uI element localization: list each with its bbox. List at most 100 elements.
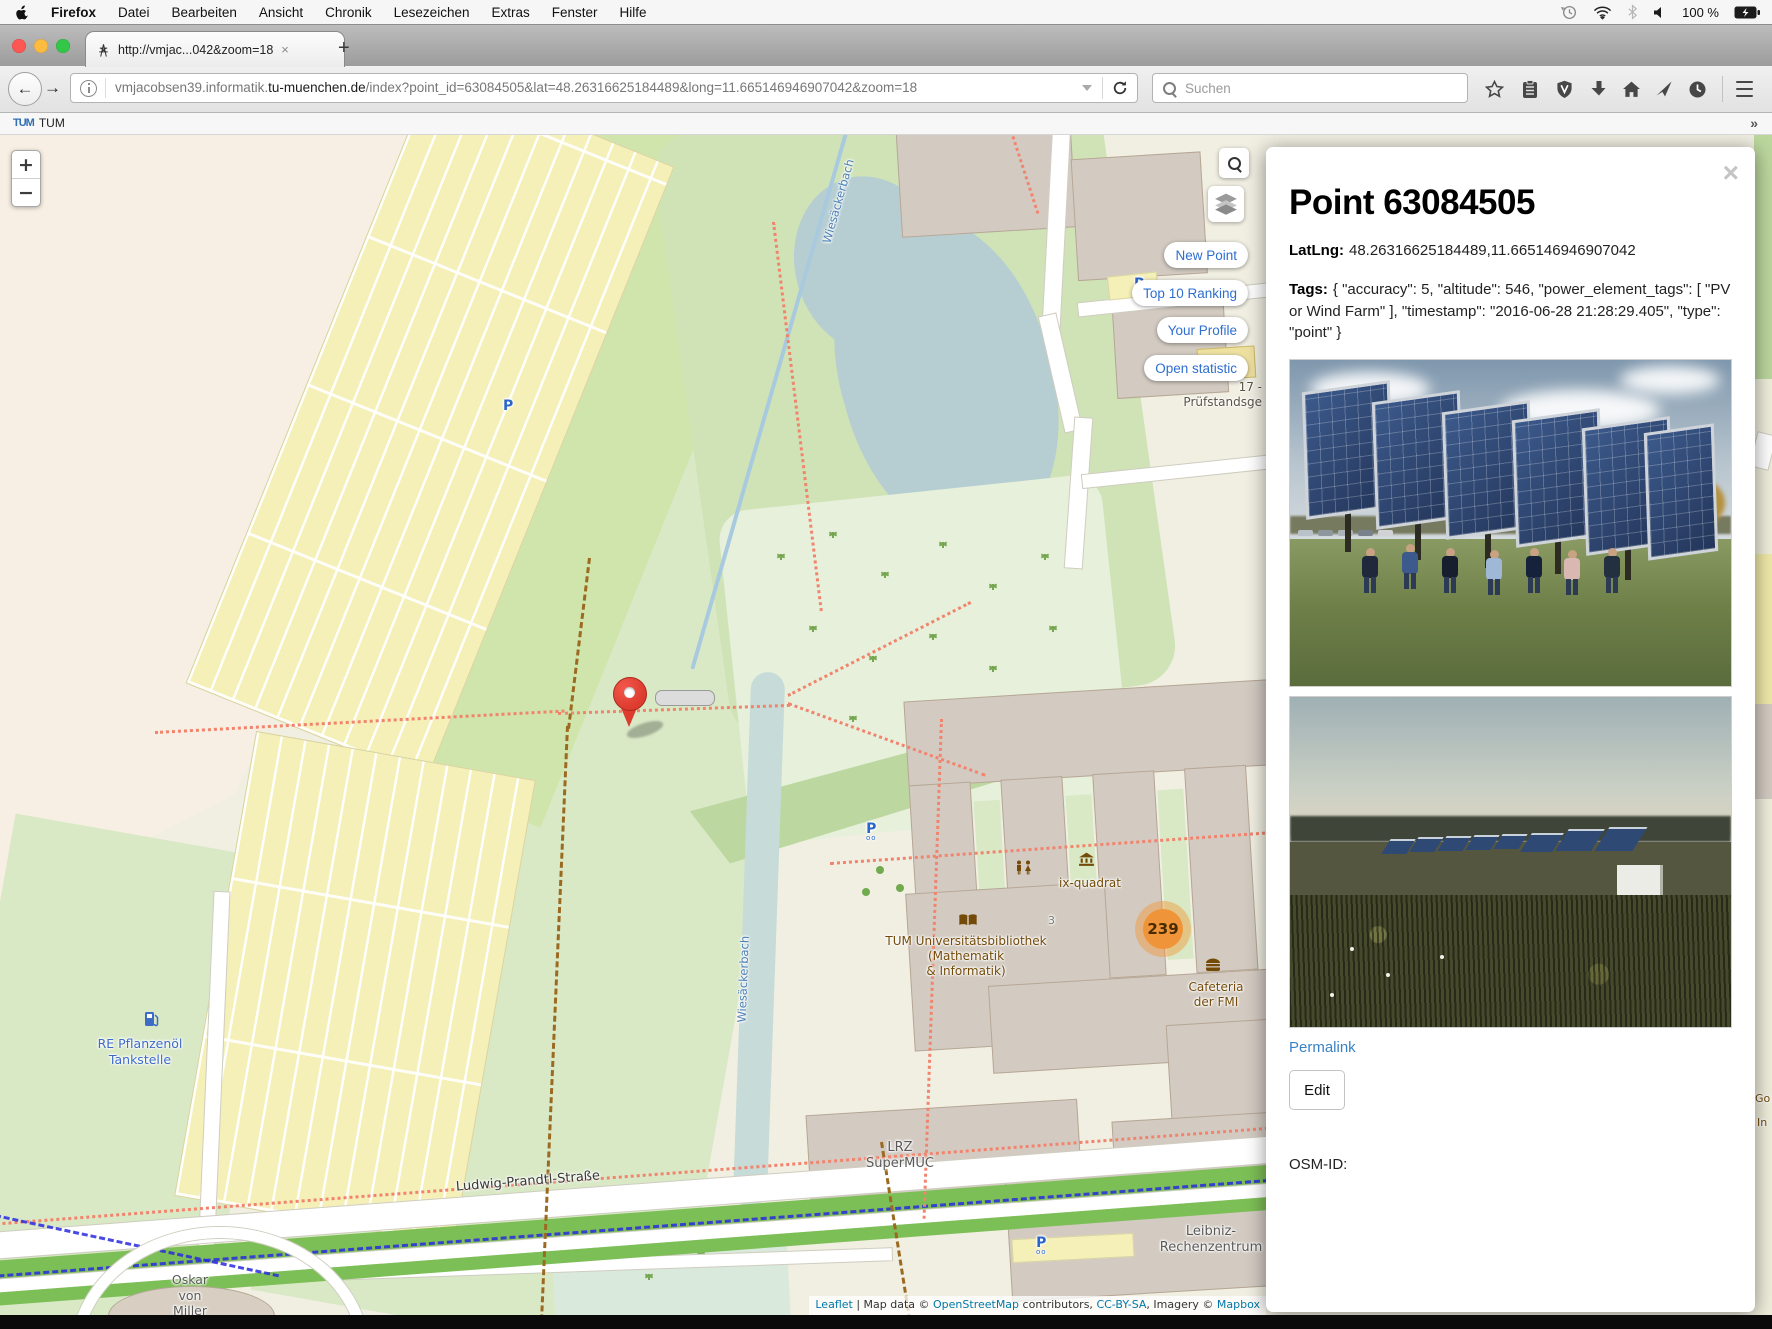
layers-button[interactable] — [1208, 186, 1244, 222]
reading-list-button[interactable] — [1516, 76, 1544, 102]
toilets-icon — [1014, 860, 1034, 879]
edit-button[interactable]: Edit — [1289, 1070, 1345, 1110]
shield-button[interactable] — [1550, 76, 1578, 102]
bookmark-tum[interactable]: TUM TUM — [0, 116, 65, 130]
volume-icon[interactable] — [1653, 6, 1667, 19]
person-figure — [1442, 548, 1458, 594]
window-minimize-button[interactable] — [34, 39, 48, 53]
person-figure — [1526, 548, 1542, 594]
menu-button[interactable] — [1730, 76, 1758, 102]
map-search-button[interactable] — [1219, 148, 1249, 178]
layers-icon — [1215, 193, 1237, 215]
attribution-text: | Map data © — [852, 1298, 934, 1311]
apple-menu[interactable] — [16, 4, 29, 20]
shield-icon — [1556, 80, 1572, 98]
bookmark-star-button[interactable] — [1480, 76, 1508, 102]
panel-close-icon[interactable]: × — [1723, 157, 1739, 189]
reload-button[interactable] — [1103, 80, 1137, 96]
site-info-icon[interactable] — [80, 79, 97, 97]
permalink-link[interactable]: Permalink — [1289, 1039, 1356, 1056]
zoom-in-button[interactable]: + — [12, 151, 40, 179]
license-link[interactable]: CC-BY-SA — [1096, 1298, 1146, 1311]
solar-panel — [1643, 423, 1719, 561]
leaflet-link[interactable]: Leaflet — [815, 1298, 852, 1311]
page-content: P P Poo Poo Wiesäckerbach Wiesäckerbach … — [0, 134, 1772, 1329]
bike-parking-icon: Poo — [1036, 1235, 1047, 1256]
url-dropdown-icon[interactable] — [1082, 85, 1092, 91]
share-button[interactable] — [1650, 76, 1678, 102]
menu-item-datei[interactable]: Datei — [118, 5, 150, 20]
home-button[interactable] — [1617, 76, 1645, 102]
parking-icon: P — [503, 398, 514, 414]
photo-flower — [1350, 947, 1354, 951]
photo-flower — [1440, 955, 1444, 959]
your-profile-button[interactable]: Your Profile — [1156, 317, 1248, 343]
bluetooth-icon[interactable] — [1627, 4, 1638, 20]
tags-line: Tags:{ "accuracy": 5, "altitude": 546, "… — [1289, 279, 1732, 344]
url-text[interactable]: vmjacobsen39.informatik.tu-muenchen.de/i… — [105, 78, 1072, 98]
reload-icon — [1113, 81, 1127, 95]
map-marker-icon[interactable] — [612, 677, 666, 742]
history-sync-button[interactable] — [1683, 76, 1711, 102]
toolbar-separator — [1722, 76, 1723, 102]
menu-item-firefox[interactable]: Firefox — [51, 5, 96, 20]
photo-field-dusk[interactable] — [1289, 696, 1732, 1028]
latlng-value: 48.26316625184489,11.665146946907042 — [1348, 242, 1636, 259]
bookmarks-overflow-chevron[interactable]: » — [1750, 115, 1772, 131]
top10-ranking-button[interactable]: Top 10 Ranking — [1132, 280, 1248, 306]
new-tab-button[interactable]: + — [338, 38, 350, 58]
window-zoom-button[interactable] — [56, 39, 70, 53]
forward-arrow-icon: → — [44, 78, 61, 97]
search-bar[interactable] — [1152, 73, 1468, 103]
back-button[interactable]: ← — [8, 72, 42, 106]
menu-item-fenster[interactable]: Fenster — [552, 5, 598, 20]
timemachine-icon[interactable] — [1561, 4, 1578, 21]
forward-button[interactable]: → — [44, 78, 61, 98]
url-domain: tu-muenchen.de — [268, 80, 366, 95]
cluster-marker[interactable]: 239 — [1135, 901, 1191, 957]
history-icon — [1689, 81, 1705, 97]
browser-tab[interactable]: http://vmjac...042&zoom=18 × — [85, 31, 345, 67]
photo-panel-post — [1345, 510, 1351, 552]
menu-item-ansicht[interactable]: Ansicht — [259, 5, 303, 20]
person-figure — [1362, 548, 1378, 594]
menu-item-hilfe[interactable]: Hilfe — [620, 5, 647, 20]
menu-item-chronik[interactable]: Chronik — [325, 5, 372, 20]
send-icon — [1656, 81, 1672, 97]
map-tree — [862, 888, 870, 896]
url-bar[interactable]: vmjacobsen39.informatik.tu-muenchen.de/i… — [70, 73, 1138, 103]
apple-icon — [16, 5, 28, 20]
map-tree — [896, 884, 904, 892]
mapbox-link[interactable]: Mapbox — [1217, 1298, 1260, 1311]
downloads-button[interactable] — [1584, 76, 1612, 102]
tab-close-icon[interactable]: × — [281, 42, 289, 57]
bike-parking-icon: Poo — [866, 821, 877, 842]
search-input[interactable] — [1183, 79, 1437, 97]
person-figure — [1564, 550, 1580, 596]
tags-label: Tags: — [1289, 280, 1328, 298]
menu-item-lesezeichen[interactable]: Lesezeichen — [394, 5, 470, 20]
wifi-icon[interactable] — [1593, 5, 1612, 20]
open-statistic-button[interactable]: Open statistic — [1144, 355, 1248, 381]
menu-item-extras[interactable]: Extras — [491, 5, 529, 20]
library-label: TUM Universitätsbibliothek (Mathematik & I… — [885, 934, 1047, 978]
back-arrow-icon: ← — [16, 79, 34, 98]
attribution-text: contributors, — [1019, 1298, 1097, 1311]
firefox-tab-bar: http://vmjac...042&zoom=18 × + — [0, 24, 1772, 67]
osm-link[interactable]: OpenStreetMap — [933, 1298, 1019, 1311]
leibniz-label: Leibniz- Rechenzentrum — [1159, 1224, 1263, 1256]
menu-item-bearbeiten[interactable]: Bearbeiten — [172, 5, 237, 20]
hill-label: Oskar von Miller — [171, 1272, 209, 1315]
house-number-label: 3 — [1048, 914, 1055, 927]
window-close-button[interactable] — [12, 39, 26, 53]
map-grass-area — [1754, 134, 1772, 379]
photo-flower — [1386, 973, 1390, 977]
photo-grass — [1290, 539, 1731, 686]
cafeteria-label: Cafeteria der FMI — [1188, 980, 1244, 1009]
photo-solar-panels-group[interactable] — [1289, 359, 1732, 687]
zoom-out-button[interactable]: − — [12, 179, 40, 206]
battery-icon[interactable] — [1734, 6, 1760, 19]
battery-percent: 100 % — [1682, 4, 1719, 20]
marker-dot — [623, 687, 635, 698]
new-point-button[interactable]: New Point — [1164, 242, 1248, 268]
